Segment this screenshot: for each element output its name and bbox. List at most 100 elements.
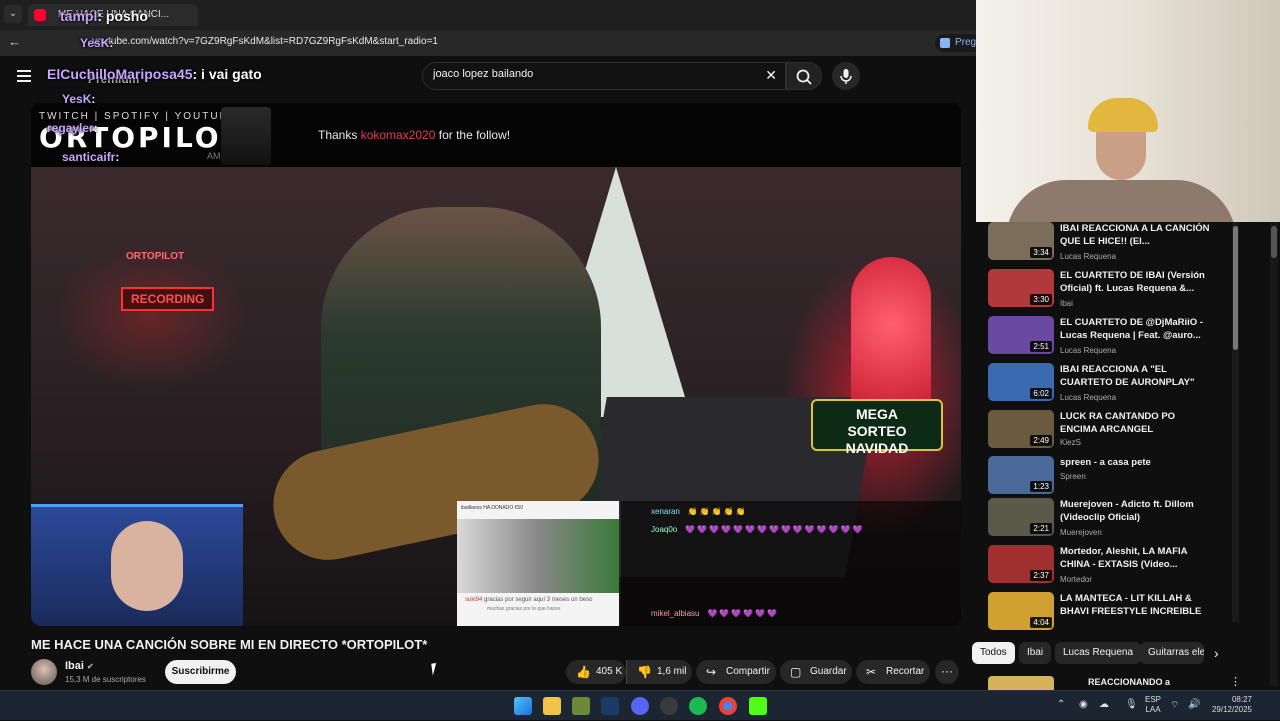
video-title[interactable]: Mortedor, Aleshit, LA MAFIA CHINA - EXTA… (1060, 545, 1210, 571)
video-title[interactable]: Muerejoven - Adicto ft. Dillom (Videocli… (1060, 498, 1210, 524)
scrollbar-thumb[interactable] (1271, 226, 1277, 258)
video-player[interactable]: TWITCH | SPOTIFY | YOUTUBE ORTOPILOT AM … (31, 103, 961, 626)
github-icon[interactable] (660, 697, 678, 715)
dislike-button[interactable]: 👎 1,6 mil (626, 660, 692, 684)
close-icon[interactable]: ✕ (765, 67, 777, 84)
video-thumbnail[interactable]: 2:37 (988, 545, 1054, 583)
list-item[interactable]: 4:04 LA MANTECA - LIT KILLAH & BHAVI FRE… (988, 592, 1238, 636)
video-channel: Lucas Requena (1060, 393, 1117, 402)
related-videos-list: 3:34 IBAI REACCIONA A LA CANCIÓN QUE LE … (976, 222, 1280, 635)
cloud-icon[interactable]: ☁ (1099, 699, 1109, 710)
follow-prefix: Thanks (318, 128, 361, 142)
list-item[interactable]: 6:02 IBAI REACCIONA A "EL CUARTETO DE AU… (988, 363, 1238, 407)
more-actions-button[interactable]: ··· (935, 660, 959, 684)
menu-icon[interactable] (17, 70, 31, 82)
search-button[interactable] (786, 62, 822, 90)
avatar[interactable] (31, 659, 57, 685)
chevron-right-icon[interactable]: › (1214, 645, 1219, 661)
chip-guitarras[interactable]: Guitarras ele (1140, 642, 1204, 664)
system-clock[interactable]: 08:27 29/12/2025 (1208, 695, 1252, 715)
steam-icon[interactable] (601, 697, 619, 715)
share-button[interactable]: ↪ Compartir (696, 660, 776, 684)
video-title[interactable]: REACCIONANDO a (1088, 677, 1170, 687)
save-button[interactable]: ▢ Guardar (780, 660, 852, 684)
more-options-icon[interactable]: ⋮ (1230, 675, 1241, 688)
clip-button[interactable]: ✂ Recortar (856, 660, 930, 684)
minecraft-icon[interactable] (572, 697, 590, 715)
duration-badge: 3:30 (1030, 294, 1052, 305)
video-title[interactable]: EL CUARTETO DE @DjMaRiiO - Lucas Requena… (1060, 316, 1210, 342)
video-title[interactable]: spreen - a casa pete (1060, 456, 1210, 469)
video-channel: Muerejoven (1060, 528, 1102, 537)
language-code: ESP (1145, 695, 1162, 704)
video-thumbnail[interactable]: 6:02 (988, 363, 1054, 401)
list-item[interactable]: REACCIONANDO a ⋮ (988, 676, 1248, 690)
list-item[interactable]: 3:30 EL CUARTETO DE IBAI (Versión Oficia… (988, 269, 1238, 313)
video-channel: Ibai (1060, 299, 1073, 308)
list-item[interactable]: 2:49 LUCK RA CANTANDO PO ENCIMA ARCANGEL… (988, 410, 1238, 454)
donation-message: suki94 gracias por seguir aquí 3 meses u… (465, 597, 592, 603)
video-thumbnail[interactable]: 2:21 (988, 498, 1054, 536)
video-thumbnail[interactable]: 1:23 (988, 456, 1054, 494)
video-thumbnail[interactable]: 3:34 (988, 222, 1054, 260)
language-indicator[interactable]: ESP LAA (1145, 695, 1161, 715)
streamer-webcam (31, 504, 243, 626)
subscriber-count: 15,3 M de suscriptores (65, 675, 146, 684)
language-layout: LAA (1145, 705, 1161, 714)
video-title[interactable]: IBAI REACCIONA A "EL CUARTETO DE AURONPL… (1060, 363, 1210, 389)
network-app-icon[interactable]: ◉ (1079, 699, 1088, 710)
subscribe-button[interactable]: Suscribirme (165, 660, 236, 684)
microphone-icon[interactable]: 🎙 (1125, 699, 1138, 710)
chip-todos[interactable]: Todos (972, 642, 1015, 664)
like-button[interactable]: 👍 405 K (566, 660, 626, 684)
back-arrow-icon[interactable]: ← (8, 34, 21, 49)
sorteo-line3: NAVIDAD (845, 440, 909, 456)
chrome-icon[interactable] (719, 697, 737, 715)
banner-am: AM (207, 151, 221, 161)
list-item[interactable]: 2:51 EL CUARTETO DE @DjMaRiiO - Lucas Re… (988, 316, 1238, 360)
video-title[interactable]: EL CUARTETO DE IBAI (Versión Oficial) ft… (1060, 269, 1210, 295)
list-item[interactable]: 2:37 Mortedor, Aleshit, LA MAFIA CHINA -… (988, 545, 1238, 589)
sorteo-badge: MEGA SORTEO NAVIDAD (811, 399, 943, 456)
related-scrollbar[interactable] (1232, 222, 1239, 622)
scissors-icon: ✂ (866, 665, 877, 679)
video-channel: KiezS (1060, 438, 1081, 447)
video-title[interactable]: LA MANTECA - LIT KILLAH & BHAVI FREESTYL… (1060, 592, 1210, 618)
volume-icon[interactable]: 🔊 (1188, 699, 1200, 710)
kick-icon[interactable] (749, 697, 767, 715)
list-item[interactable]: 1:23 spreen - a casa pete Spreen (988, 456, 1238, 500)
url-text[interactable]: youtube.com/watch?v=7GZ9RgFsKdM&list=RD7… (92, 36, 438, 47)
discord-icon[interactable] (631, 697, 649, 715)
chip-ibai[interactable]: Ibai (1019, 642, 1052, 664)
page-scrollbar[interactable] (1270, 222, 1278, 686)
list-item[interactable]: 3:34 IBAI REACCIONA A LA CANCIÓN QUE LE … (988, 222, 1238, 266)
video-title[interactable]: LUCK RA CANTANDO PO ENCIMA ARCANGEL (1060, 410, 1210, 436)
clock-date: 29/12/2025 (1211, 705, 1252, 714)
chevron-up-icon[interactable]: ⌃ (1057, 699, 1065, 710)
translate-label: Preg (955, 37, 977, 48)
stream-chat-msg: 👏👏👏👏👏 (687, 507, 748, 516)
stream-chat-user: xenaran (651, 507, 680, 516)
channel-name[interactable]: Ibai ✔ (65, 660, 94, 672)
scrollbar-thumb[interactable] (1233, 226, 1238, 350)
video-title[interactable]: IBAI REACCIONA A LA CANCIÓN QUE LE HICE!… (1060, 222, 1210, 248)
video-thumbnail[interactable]: 4:04 (988, 592, 1054, 630)
chip-lucas-requena[interactable]: Lucas Requena (1055, 642, 1142, 664)
spotify-icon[interactable] (689, 697, 707, 715)
overlay-chat-user: YesK (80, 36, 110, 50)
wifi-icon[interactable]: ⌔ (1170, 699, 1179, 712)
video-thumbnail[interactable]: 2:49 (988, 410, 1054, 448)
donation-text: gracias por seguir aquí 3 meses un beso (484, 597, 593, 603)
share-label: Compartir (726, 666, 770, 677)
list-item[interactable]: 2:21 Muerejoven - Adicto ft. Dillom (Vid… (988, 498, 1238, 542)
start-icon[interactable] (514, 697, 532, 715)
youtube-favicon-icon (34, 9, 46, 21)
file-explorer-icon[interactable] (543, 697, 561, 715)
search-input[interactable] (433, 68, 753, 80)
search-box[interactable]: ✕ (422, 62, 786, 90)
video-thumbnail[interactable]: 2:51 (988, 316, 1054, 354)
voice-search-button[interactable] (832, 62, 860, 90)
video-thumbnail[interactable] (988, 676, 1054, 690)
video-thumbnail[interactable]: 3:30 (988, 269, 1054, 307)
tab-search-button[interactable]: ⌄ (4, 5, 22, 23)
